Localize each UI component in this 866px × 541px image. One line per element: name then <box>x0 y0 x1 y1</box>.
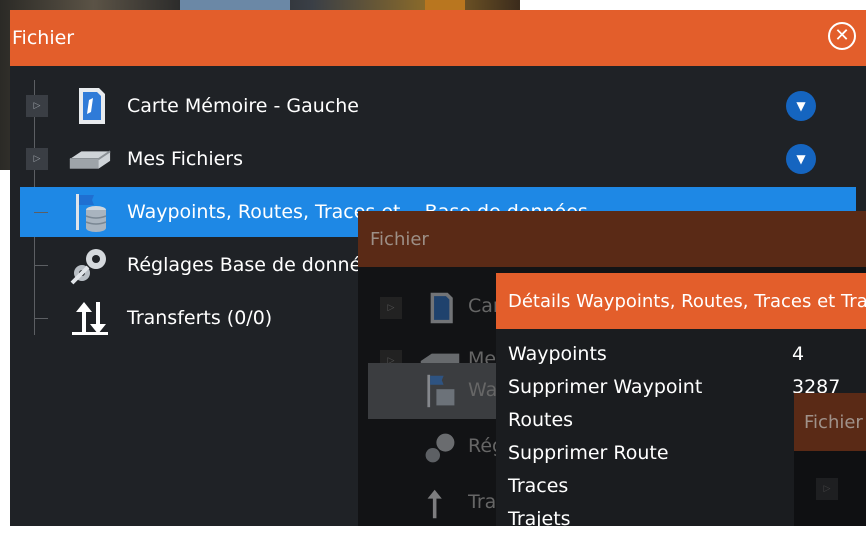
tree-item-my-files[interactable]: ▷ Mes Fichiers ▼ <box>20 134 856 184</box>
dialog-title: Détails Waypoints, Routes, Traces et Tra… <box>508 290 866 312</box>
chevron-down-icon[interactable]: ▼ <box>786 91 816 121</box>
tree-connector <box>34 265 48 266</box>
transfer-icon <box>68 298 112 338</box>
dim-tree-item: Réglages Base de données <box>368 423 498 473</box>
detail-row-waypoints[interactable]: Waypoints 4 <box>508 343 858 376</box>
detail-label: Supprimer Route <box>508 442 669 464</box>
detail-label: Traces <box>508 475 569 497</box>
dim-tree-label: Réglages Base de données <box>468 435 496 457</box>
dialog-title: Fichier <box>12 27 75 49</box>
detail-label: Trajets <box>508 508 571 530</box>
tree-connector <box>34 212 48 213</box>
detail-label: Supprimer Waypoint <box>508 376 703 398</box>
memory-card-icon <box>418 288 462 328</box>
detail-value: 4 <box>792 343 805 365</box>
database-icon <box>68 192 112 232</box>
close-icon[interactable]: ✕ <box>828 22 856 50</box>
dim-tree-label: Waypoints, Routes, Traces <box>468 379 496 401</box>
dialog-titlebar: Détails Waypoints, Routes, Traces et Tra… <box>496 273 866 329</box>
dialog-titlebar: Fichier <box>358 211 866 267</box>
expand-icon: ▷ <box>816 478 838 500</box>
dim-tree-item: Transferts (0/0) <box>368 479 498 529</box>
dialog-titlebar: Fichier ✕ <box>10 10 866 66</box>
tree-item-label: Réglages Base de données <box>127 254 383 276</box>
tree-item-label: Transferts (0/0) <box>127 307 273 329</box>
detail-label: Waypoints <box>508 343 607 365</box>
tree-item-memory-card[interactable]: ▷ Carte Mémoire - Gauche ▼ <box>20 81 856 131</box>
tree-item-label: Carte Mémoire - Gauche <box>127 95 359 117</box>
expand-icon: ▷ <box>380 297 402 319</box>
gears-icon <box>418 428 462 468</box>
tree-connector <box>34 318 48 319</box>
gears-icon <box>68 245 112 285</box>
dialog-titlebar: Fichier <box>794 393 866 451</box>
expand-icon[interactable]: ▷ <box>26 148 48 170</box>
dialog-title: Fichier <box>804 411 863 433</box>
dim-tree-label: Transferts (0/0) <box>468 491 496 513</box>
transfer-icon <box>418 484 462 524</box>
tree-item-label: Mes Fichiers <box>127 148 244 170</box>
database-icon <box>418 371 462 411</box>
drive-icon <box>68 139 112 179</box>
file-dialog-overlay-2: Fichier ▷ <box>794 393 866 526</box>
chevron-down-icon[interactable]: ▼ <box>786 144 816 174</box>
memory-card-icon <box>68 86 112 126</box>
dim-tree-label: Carte Mémoire - Gauche <box>468 295 496 317</box>
dialog-title: Fichier <box>370 228 429 250</box>
dim-tree-item-selected: Waypoints, Routes, Traces <box>368 363 498 419</box>
dim-tree-item: ▷ Carte Mémoire - Gauche <box>368 283 498 333</box>
detail-label: Routes <box>508 409 574 431</box>
expand-icon[interactable]: ▷ <box>26 95 48 117</box>
